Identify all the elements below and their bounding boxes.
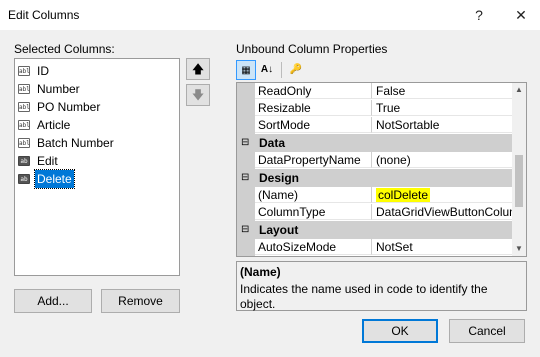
highlighted-value: colDelete [376, 188, 431, 202]
properties-label: Unbound Column Properties [236, 42, 388, 56]
button-column-icon: ab [18, 174, 30, 184]
move-down-button[interactable]: 🡇 [186, 84, 210, 106]
category-layout[interactable]: ⊟ Layout [237, 221, 512, 239]
text-column-icon: abl [18, 84, 30, 94]
category-design[interactable]: ⊟ Design [237, 169, 512, 187]
selected-columns-label: Selected Columns: [14, 42, 115, 56]
property-name: (Name) [255, 187, 372, 203]
text-column-icon: abl [18, 138, 30, 148]
property-pages-button[interactable]: 🔑 [286, 60, 306, 80]
category-label: Design [259, 171, 300, 185]
property-name: ColumnType [255, 204, 372, 220]
collapse-icon[interactable]: ⊟ [241, 172, 249, 184]
property-row[interactable]: ColumnType DataGridViewButtonColumn [237, 204, 512, 221]
list-item-label: ID [37, 64, 49, 78]
description-panel: (Name) Indicates the name used in code t… [236, 261, 527, 311]
list-item-delete[interactable]: ab Delete [18, 169, 75, 189]
property-value[interactable]: True [372, 100, 512, 116]
list-item-label: Edit [37, 154, 58, 168]
property-row-name[interactable]: (Name) colDelete [237, 187, 512, 204]
scroll-down-icon[interactable]: ▼ [512, 242, 526, 256]
categorized-button[interactable]: ▦ [236, 60, 256, 80]
ok-button[interactable]: OK [362, 319, 438, 343]
property-grid[interactable]: ReadOnly False Resizable True SortMode N… [236, 82, 527, 257]
list-item-label: Number [37, 82, 80, 96]
property-value-input[interactable]: colDelete [372, 187, 512, 203]
property-row[interactable]: SortMode NotSortable [237, 117, 512, 134]
property-value[interactable]: (none) [372, 152, 512, 168]
arrow-up-icon: 🡅 [191, 62, 205, 76]
property-row[interactable]: AutoSizeMode NotSet [237, 239, 512, 256]
category-data[interactable]: ⊟ Data [237, 134, 512, 152]
list-item-label: Batch Number [37, 136, 114, 150]
collapse-icon[interactable]: ⊟ [241, 137, 249, 149]
property-name: SortMode [255, 117, 372, 133]
move-up-button[interactable]: 🡅 [186, 58, 210, 80]
list-item-label: PO Number [37, 100, 101, 114]
list-item-label: Article [37, 118, 71, 132]
description-title: (Name) [240, 265, 281, 279]
list-item-edit[interactable]: ab Edit [18, 152, 60, 170]
text-column-icon: abl [18, 66, 30, 76]
property-row[interactable]: Resizable True [237, 100, 512, 117]
property-name: AutoSizeMode [255, 239, 372, 255]
text-column-icon: abl [18, 102, 30, 112]
description-text: Indicates the name used in code to ident… [240, 282, 488, 311]
list-item-id[interactable]: abl ID [18, 62, 51, 80]
vertical-scrollbar[interactable]: ▲ ▼ [512, 83, 526, 256]
property-row[interactable]: DataPropertyName (none) [237, 152, 512, 169]
sort-alphabetical-icon: A↓ [260, 64, 274, 75]
title-bar [0, 0, 540, 30]
list-item-po-number[interactable]: abl PO Number [18, 98, 102, 116]
category-label: Data [259, 136, 286, 150]
help-button[interactable]: ? [468, 4, 490, 26]
text-column-icon: abl [18, 120, 30, 130]
button-column-icon: ab [18, 156, 30, 166]
scroll-up-icon[interactable]: ▲ [512, 83, 526, 97]
property-value[interactable]: NotSortable [372, 117, 512, 133]
property-value[interactable]: DataGridViewButtonColumn [372, 204, 512, 220]
close-button[interactable]: ✕ [510, 4, 532, 26]
remove-button[interactable]: Remove [101, 289, 180, 313]
cancel-button[interactable]: Cancel [449, 319, 525, 343]
list-item-number[interactable]: abl Number [18, 80, 82, 98]
wrench-icon: 🔑 [289, 64, 303, 75]
list-item-label: Delete [34, 169, 75, 189]
list-item-batch-number[interactable]: abl Batch Number [18, 134, 116, 152]
add-button[interactable]: Add... [14, 289, 92, 313]
property-name: DataPropertyName [255, 152, 372, 168]
property-value[interactable]: NotSet [372, 239, 512, 255]
scrollbar-thumb[interactable] [515, 155, 523, 207]
property-name: Resizable [255, 100, 372, 116]
categorized-icon: ▦ [241, 65, 251, 76]
toolbar-separator [281, 62, 282, 78]
category-label: Layout [259, 223, 299, 237]
list-item-article[interactable]: abl Article [18, 116, 72, 134]
alphabetical-button[interactable]: A↓ [257, 60, 277, 80]
property-row[interactable]: ReadOnly False [237, 83, 512, 100]
property-value[interactable]: False [372, 83, 512, 99]
window-title: Edit Columns [8, 8, 80, 22]
arrow-down-icon: 🡇 [191, 88, 205, 102]
property-name: ReadOnly [255, 83, 372, 99]
collapse-icon[interactable]: ⊟ [241, 224, 249, 236]
selected-columns-list[interactable]: abl ID abl Number abl PO Number abl Arti… [14, 58, 180, 276]
